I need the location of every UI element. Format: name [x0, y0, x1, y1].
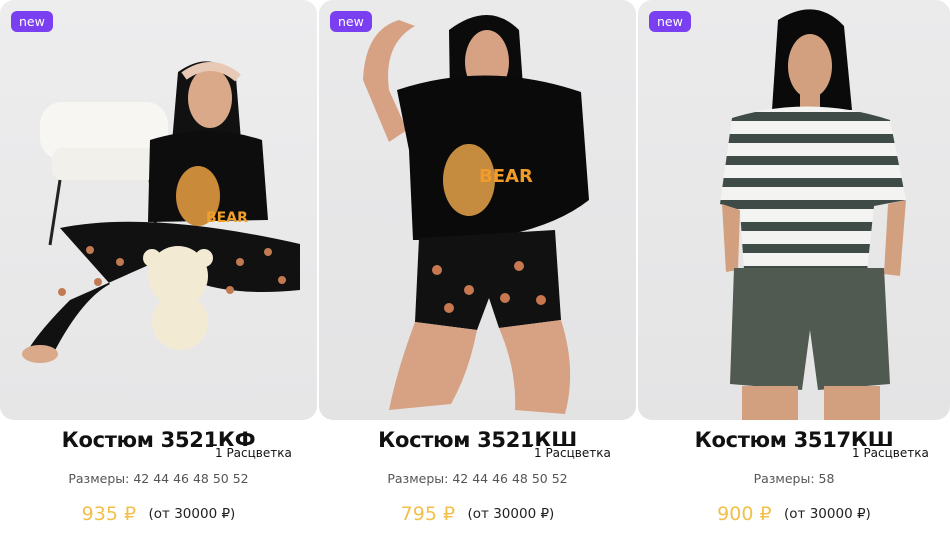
product-photo[interactable]: BEAR new [319, 0, 636, 420]
product-card[interactable]: BEAR new Костюм 3521КШ 1 Расцветка Разме… [319, 0, 636, 534]
product-card[interactable]: new Костюм 3517КШ 1 Расцветка Размеры: 5… [638, 0, 950, 534]
product-photo[interactable]: BEAR new [0, 0, 317, 420]
svg-text:BEAR: BEAR [479, 166, 533, 187]
price-row: 795 ₽ (от 30000 ₽) [319, 503, 636, 525]
sizes-list: Размеры: 42 44 46 48 50 52 [68, 471, 249, 486]
price: 935 ₽ [81, 503, 137, 525]
price: 795 ₽ [400, 503, 456, 525]
product-photo-image: BEAR [22, 61, 300, 363]
sizes-list: Размеры: 58 [753, 471, 835, 486]
product-photo-image: BEAR [363, 15, 589, 414]
wholesale-min: (от 30000 ₽) [467, 506, 555, 522]
product-photo[interactable]: new [638, 0, 950, 420]
product-card[interactable]: BEAR new Костюм 3521КФ 1 Расцветка Разме… [0, 0, 317, 534]
color-count: 1 Расцветка [532, 446, 613, 460]
sizes-list: Размеры: 42 44 46 48 50 52 [387, 471, 568, 486]
price-row: 935 ₽ (от 30000 ₽) [0, 503, 317, 525]
new-badge: new [330, 11, 372, 32]
new-badge: new [649, 11, 691, 32]
price: 900 ₽ [717, 503, 772, 525]
wholesale-min: (от 30000 ₽) [148, 506, 236, 522]
new-badge: new [11, 11, 53, 32]
svg-text:BEAR: BEAR [206, 210, 248, 226]
color-count: 1 Расцветка [213, 446, 294, 460]
wholesale-min: (от 30000 ₽) [784, 506, 871, 522]
color-count: 1 Расцветка [850, 446, 931, 460]
product-photo-image [720, 9, 906, 420]
price-row: 900 ₽ (от 30000 ₽) [638, 503, 950, 525]
